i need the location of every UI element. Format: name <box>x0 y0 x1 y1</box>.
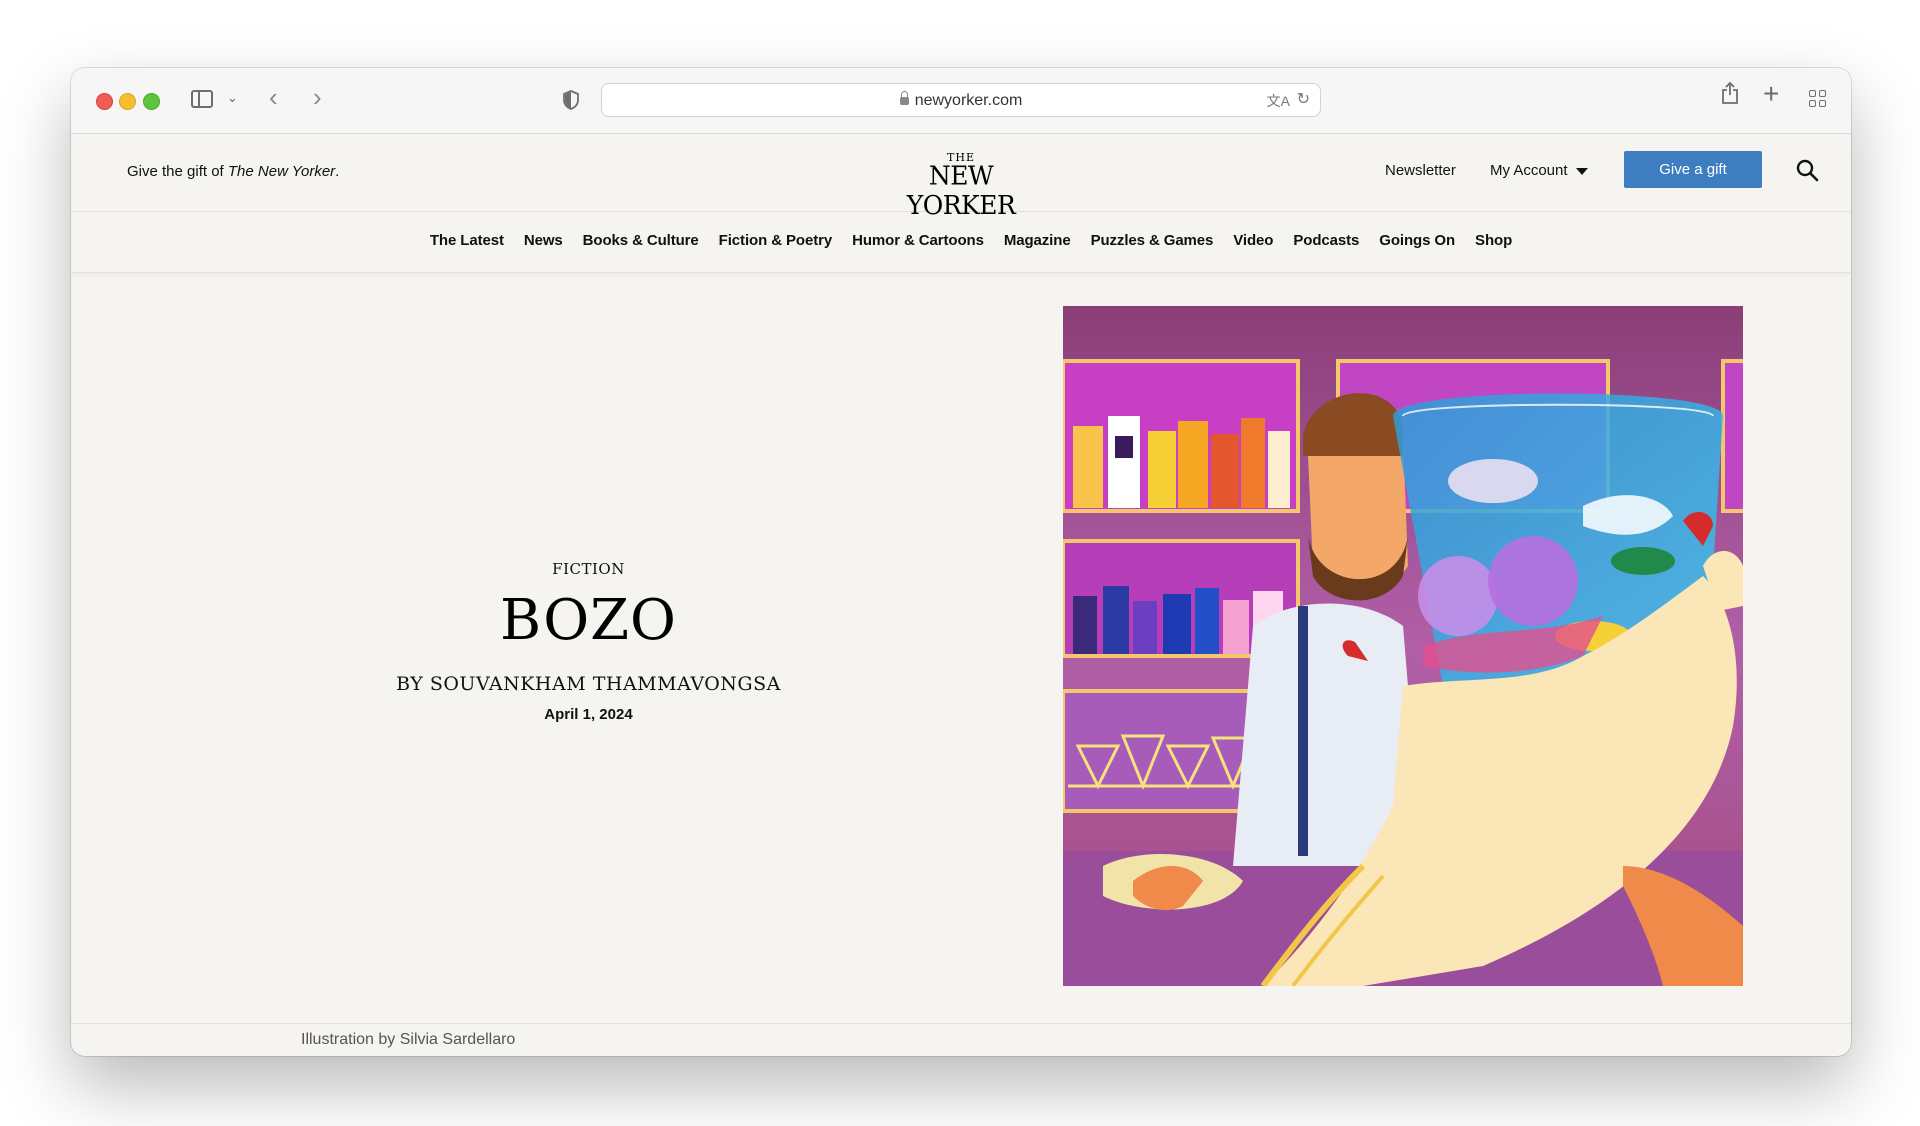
share-icon[interactable] <box>1721 81 1739 110</box>
article-headline: BOZO <box>500 588 677 653</box>
my-account-menu[interactable]: My Account <box>1490 162 1588 179</box>
new-tab-icon[interactable]: + <box>1763 78 1779 110</box>
caret-down-icon <box>1575 167 1588 175</box>
newsletter-link[interactable]: Newsletter <box>1385 162 1456 179</box>
privacy-shield-icon[interactable] <box>563 90 579 110</box>
gift-promo-title: The New Yorker <box>227 163 336 180</box>
forward-button[interactable]: › <box>313 82 322 113</box>
url-text: newyorker.com <box>914 92 1023 109</box>
illustration-credit: Illustration by Silvia Sardellaro <box>301 1031 516 1048</box>
url-display[interactable]: newyorker.com <box>602 91 1320 110</box>
tab-overview-icon[interactable] <box>1809 90 1827 108</box>
zoom-window-button[interactable] <box>143 93 160 110</box>
nav-item-fiction-poetry[interactable]: Fiction & Poetry <box>719 232 833 249</box>
gift-promo-suffix: . <box>335 163 340 180</box>
gift-promo-text: Give the gift of <box>127 163 228 180</box>
search-icon[interactable] <box>1795 158 1819 182</box>
minimize-window-button[interactable] <box>119 93 136 110</box>
close-window-button[interactable] <box>96 93 113 110</box>
reload-icon[interactable]: ↻ <box>1297 89 1310 109</box>
article-date: April 1, 2024 <box>544 706 633 723</box>
translate-icon[interactable]: 文A <box>1267 91 1290 111</box>
article-byline[interactable]: BY SOUVANKHAM THAMMAVONGSA <box>311 673 866 695</box>
nav-item-the-latest[interactable]: The Latest <box>430 232 504 249</box>
browser-window: ⌄ ‹ › newyorker.com 文A ↻ + Give the gift… <box>71 68 1851 1056</box>
give-gift-button[interactable]: Give a gift <box>1624 151 1762 188</box>
sidebar-toggle-icon[interactable] <box>191 90 213 108</box>
gift-promo-link[interactable]: Give the gift of The New Yorker. <box>127 163 339 180</box>
nav-item-magazine[interactable]: Magazine <box>1004 232 1071 249</box>
nav-item-puzzles-games[interactable]: Puzzles & Games <box>1091 232 1214 249</box>
back-button[interactable]: ‹ <box>269 82 278 113</box>
address-bar[interactable]: newyorker.com 文A ↻ <box>601 83 1321 117</box>
nav-item-humor-cartoons[interactable]: Humor & Cartoons <box>852 232 984 249</box>
my-account-label: My Account <box>1490 162 1568 179</box>
nav-item-news[interactable]: News <box>524 232 563 249</box>
article-illustration <box>1063 306 1743 986</box>
nav-item-books-culture[interactable]: Books & Culture <box>583 232 699 249</box>
main-nav: The Latest News Books & Culture Fiction … <box>71 212 1851 273</box>
nav-item-video[interactable]: Video <box>1233 232 1273 249</box>
browser-toolbar: ⌄ ‹ › newyorker.com 文A ↻ + <box>71 68 1851 134</box>
article-rubric[interactable]: FICTION <box>426 560 751 578</box>
site-header: Give the gift of The New Yorker. THE NEW… <box>71 134 1851 220</box>
nav-item-goings-on[interactable]: Goings On <box>1379 232 1455 249</box>
nav-list: The Latest News Books & Culture Fiction … <box>71 232 1851 249</box>
site-logo[interactable]: THE NEW YORKER <box>881 152 1041 220</box>
divider <box>71 1023 1851 1024</box>
nav-item-shop[interactable]: Shop <box>1475 232 1512 249</box>
chevron-down-icon[interactable]: ⌄ <box>227 90 238 106</box>
lock-icon <box>899 91 909 105</box>
nav-item-podcasts[interactable]: Podcasts <box>1293 232 1359 249</box>
